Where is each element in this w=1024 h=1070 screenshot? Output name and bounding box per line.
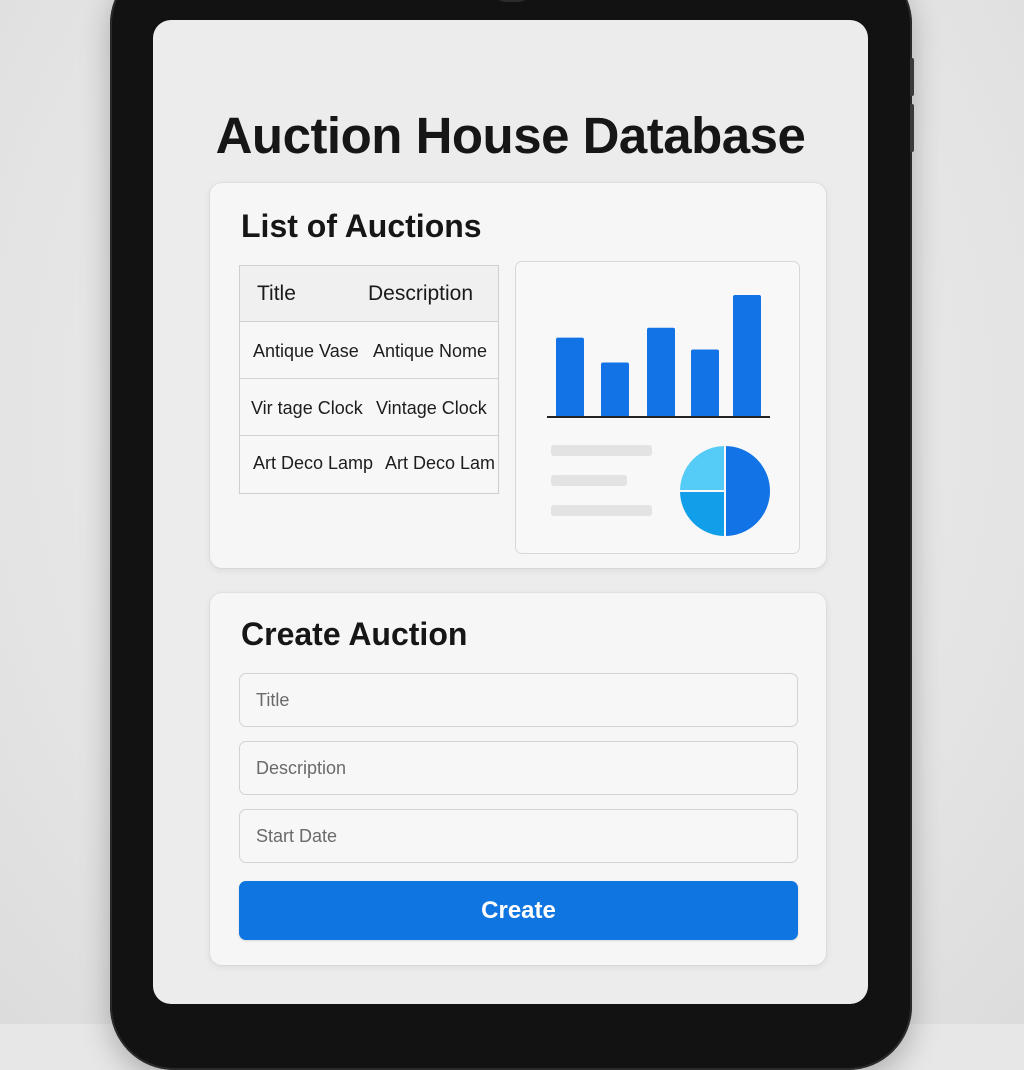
table-row[interactable]: Antique Vase Antique Nome <box>240 322 498 379</box>
create-auction-card: Create Auction Create <box>210 593 826 965</box>
auction-description-cell: Antique Nome <box>373 341 488 361</box>
tablet-screen: Auction House Database List of Auctions … <box>153 20 868 1004</box>
page-title: Auction House Database <box>215 107 806 164</box>
analytics-chart-panel <box>515 261 800 554</box>
start-date-input[interactable] <box>239 809 798 863</box>
auction-table: Title Description Antique Vase Antique N… <box>239 265 499 494</box>
auction-description-cell: Vintage Clock <box>376 398 487 418</box>
pie-slice <box>677 443 726 492</box>
bar <box>647 327 675 417</box>
bar <box>601 362 629 417</box>
bar <box>691 349 719 417</box>
auction-title-cell: Antique Vase <box>253 341 359 361</box>
pie-slice <box>724 443 772 539</box>
legend-placeholder-line <box>551 445 652 456</box>
create-button[interactable]: Create <box>239 881 798 940</box>
auction-title-cell: Vir tage Clock <box>251 398 363 418</box>
table-header-row: Title Description <box>240 266 498 322</box>
table-row[interactable]: Art Deco Lamp Art Deco Lam <box>240 436 498 493</box>
legend-placeholder-line <box>551 475 627 486</box>
analytics-chart <box>547 294 772 539</box>
table-row[interactable]: Vir tage Clock Vintage Clock <box>240 379 498 436</box>
volume-down-button <box>910 104 914 152</box>
auction-list-title: List of Auctions <box>241 208 482 244</box>
bar <box>556 337 584 417</box>
bar <box>733 294 761 417</box>
volume-up-button <box>910 58 914 96</box>
pie-chart <box>677 443 772 539</box>
description-input[interactable] <box>239 741 798 795</box>
legend-placeholder-icon <box>551 445 652 516</box>
title-input[interactable] <box>239 673 798 727</box>
create-auction-title: Create Auction <box>241 616 468 652</box>
auction-list-card: List of Auctions Title Description Antiq… <box>210 183 826 568</box>
column-header-title[interactable]: Title <box>257 282 296 306</box>
column-header-description[interactable]: Description <box>368 282 473 306</box>
pie-slice <box>677 490 726 539</box>
bar-chart <box>556 294 761 417</box>
auction-title-cell: Art Deco Lamp <box>253 453 374 473</box>
auction-description-cell: Art Deco Lam <box>385 453 496 473</box>
legend-placeholder-line <box>551 505 652 516</box>
